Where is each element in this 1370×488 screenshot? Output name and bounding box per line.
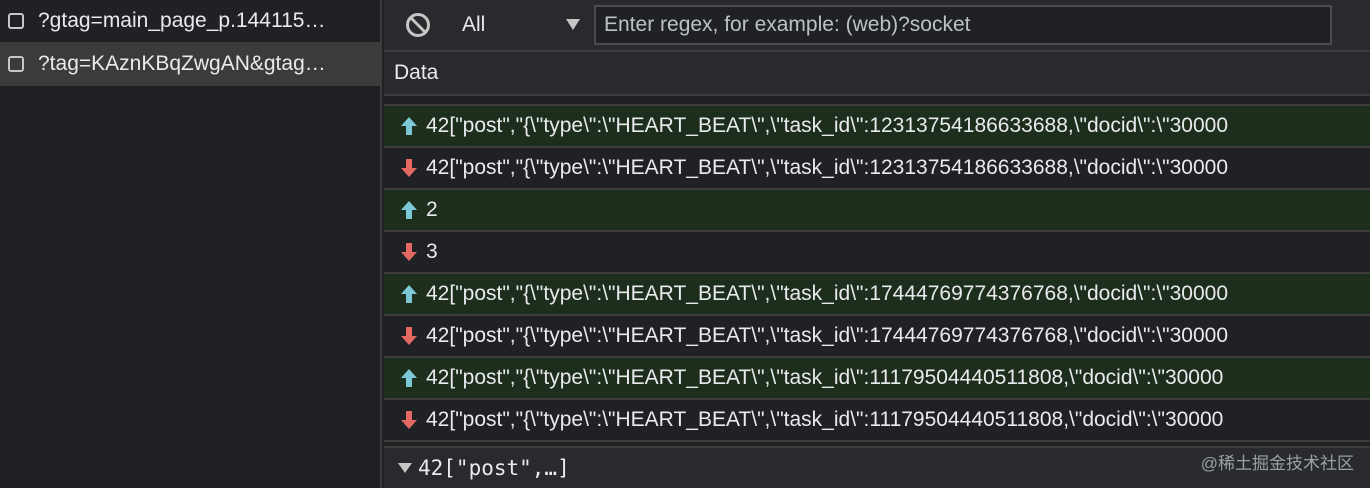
arrow-up-icon [394,368,424,388]
frames-list: 42["post","{\"type\":\"HEART_BEAT\",\"ta… [384,96,1370,444]
frame-data: 42["post","{\"type\":\"HEART_BEAT\",\"ta… [426,156,1229,179]
arrow-up-icon [394,116,424,136]
expand-triangle-icon[interactable] [398,463,412,473]
frame-row[interactable]: 2 [384,190,1370,232]
arrow-down-icon [394,158,424,178]
frame-row[interactable]: 3 [384,232,1370,274]
frame-data: 42["post","{\"type\":\"HEART_BEAT\",\"ta… [426,114,1229,137]
watermark: @稀土掘金技术社区 [1200,454,1354,473]
arrow-down-icon [394,326,424,346]
request-item-0[interactable]: ?gtag=main_page_p.144115… [0,0,380,42]
message-type-filter[interactable]: All [454,5,580,45]
frame-data: 2 [426,198,438,221]
regex-filter-input[interactable] [594,5,1332,45]
devtools-websocket-view: ?gtag=main_page_p.144115… ?tag=KAznKBqZw… [0,0,1370,488]
frame-data: 42["post","{\"type\":\"HEART_BEAT\",\"ta… [426,282,1229,305]
column-header-label: Data [394,61,439,84]
frame-row[interactable]: 42["post","{\"type\":\"HEART_BEAT\",\"ta… [384,148,1370,190]
partial-frame-row [384,96,1370,106]
checkbox[interactable] [8,56,24,72]
data-column-header[interactable]: Data [384,52,1370,96]
messages-toolbar: All [384,0,1370,52]
arrow-up-icon [394,284,424,304]
frame-data: 42["post","{\"type\":\"HEART_BEAT\",\"ta… [426,408,1224,431]
clear-messages-icon[interactable] [404,11,432,39]
request-name: ?gtag=main_page_p.144115… [38,9,326,32]
messages-panel: All Data 42["post","{\"type\":\"HEART_BE… [384,0,1370,488]
frame-data: 42["post","{\"type\":\"HEART_BEAT\",\"ta… [426,366,1224,389]
arrow-up-icon [394,200,424,220]
chevron-down-icon [566,19,580,30]
checkbox[interactable] [8,13,24,29]
frame-row[interactable]: 42["post","{\"type\":\"HEART_BEAT\",\"ta… [384,358,1370,400]
request-list: ?gtag=main_page_p.144115… ?tag=KAznKBqZw… [0,0,382,488]
frame-row[interactable]: 42["post","{\"type\":\"HEART_BEAT\",\"ta… [384,106,1370,148]
frame-row[interactable]: 42["post","{\"type\":\"HEART_BEAT\",\"ta… [384,316,1370,358]
frame-row[interactable]: 42["post","{\"type\":\"HEART_BEAT\",\"ta… [384,274,1370,316]
filter-value: All [462,13,486,36]
frame-data: 3 [426,240,438,263]
frame-data: 42["post","{\"type\":\"HEART_BEAT\",\"ta… [426,324,1229,347]
request-name: ?tag=KAznKBqZwgAN&gtag… [38,52,326,75]
frame-detail-preview: 42["post",…] [418,456,570,480]
frame-row[interactable]: 42["post","{\"type\":\"HEART_BEAT\",\"ta… [384,400,1370,442]
arrow-down-icon [394,410,424,430]
request-item-1[interactable]: ?tag=KAznKBqZwgAN&gtag… [0,42,380,86]
arrow-down-icon [394,242,424,262]
